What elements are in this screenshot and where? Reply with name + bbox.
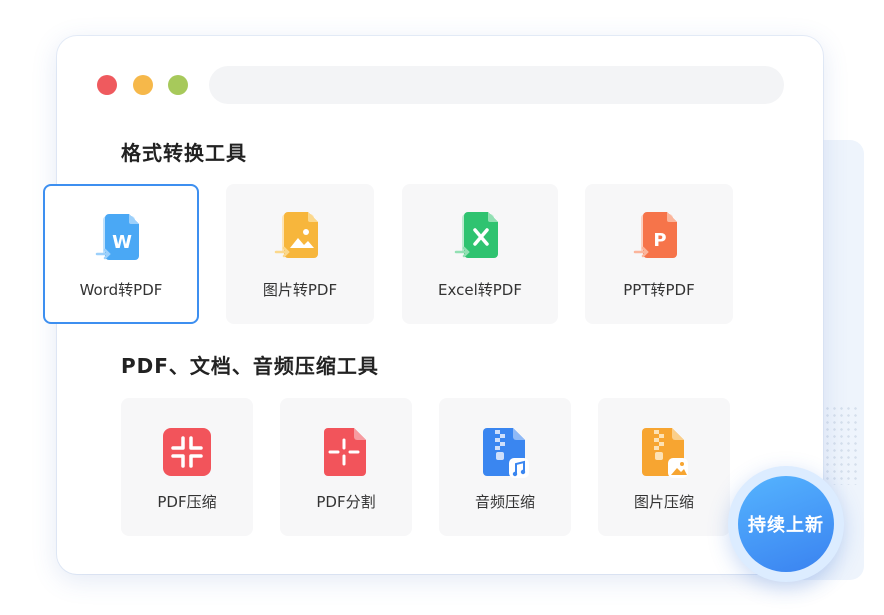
pdf-split-icon [324, 428, 366, 476]
tile-label: 图片转PDF [262, 281, 338, 299]
badge-label: 持续上新 [738, 476, 834, 572]
address-bar[interactable] [209, 66, 784, 104]
pdf-compress-icon [163, 428, 211, 476]
svg-text:W: W [112, 232, 132, 253]
window-minimize-button[interactable] [133, 75, 153, 95]
word-to-pdf-icon: W [95, 214, 139, 260]
ppt-to-pdf-icon: P [633, 212, 677, 258]
section-title-conversion: 格式转换工具 [121, 141, 247, 165]
tile-label: PDF压缩 [157, 493, 217, 511]
section-title-compression: PDF、文档、音频压缩工具 [121, 354, 379, 378]
tile-label: PPT转PDF [623, 281, 695, 299]
tile-image-to-pdf[interactable]: 图片转PDF [226, 184, 374, 324]
svg-text:P: P [653, 230, 666, 251]
tile-excel-to-pdf[interactable]: Excel转PDF [402, 184, 558, 324]
tile-label: PDF分割 [316, 493, 376, 511]
excel-to-pdf-icon [454, 212, 498, 258]
tile-label: Excel转PDF [438, 281, 522, 299]
tile-pdf-compress[interactable]: PDF压缩 [121, 398, 253, 536]
tile-audio-compress[interactable]: 音频压缩 [439, 398, 571, 536]
dot-pattern-decoration [824, 405, 860, 485]
tile-image-compress[interactable]: 图片压缩 [598, 398, 730, 536]
tile-word-to-pdf[interactable]: W Word转PDF [43, 184, 199, 324]
image-compress-icon [642, 428, 688, 478]
audio-compress-icon [483, 428, 529, 478]
tile-ppt-to-pdf[interactable]: P PPT转PDF [585, 184, 733, 324]
image-to-pdf-icon [274, 212, 318, 258]
tile-label: 音频压缩 [474, 493, 535, 511]
tile-label: Word转PDF [79, 281, 163, 299]
window-maximize-button[interactable] [168, 75, 188, 95]
tile-pdf-split[interactable]: PDF分割 [280, 398, 412, 536]
tile-label: 图片压缩 [633, 493, 694, 511]
coming-soon-badge: 持续上新 [728, 466, 844, 582]
window-close-button[interactable] [97, 75, 117, 95]
